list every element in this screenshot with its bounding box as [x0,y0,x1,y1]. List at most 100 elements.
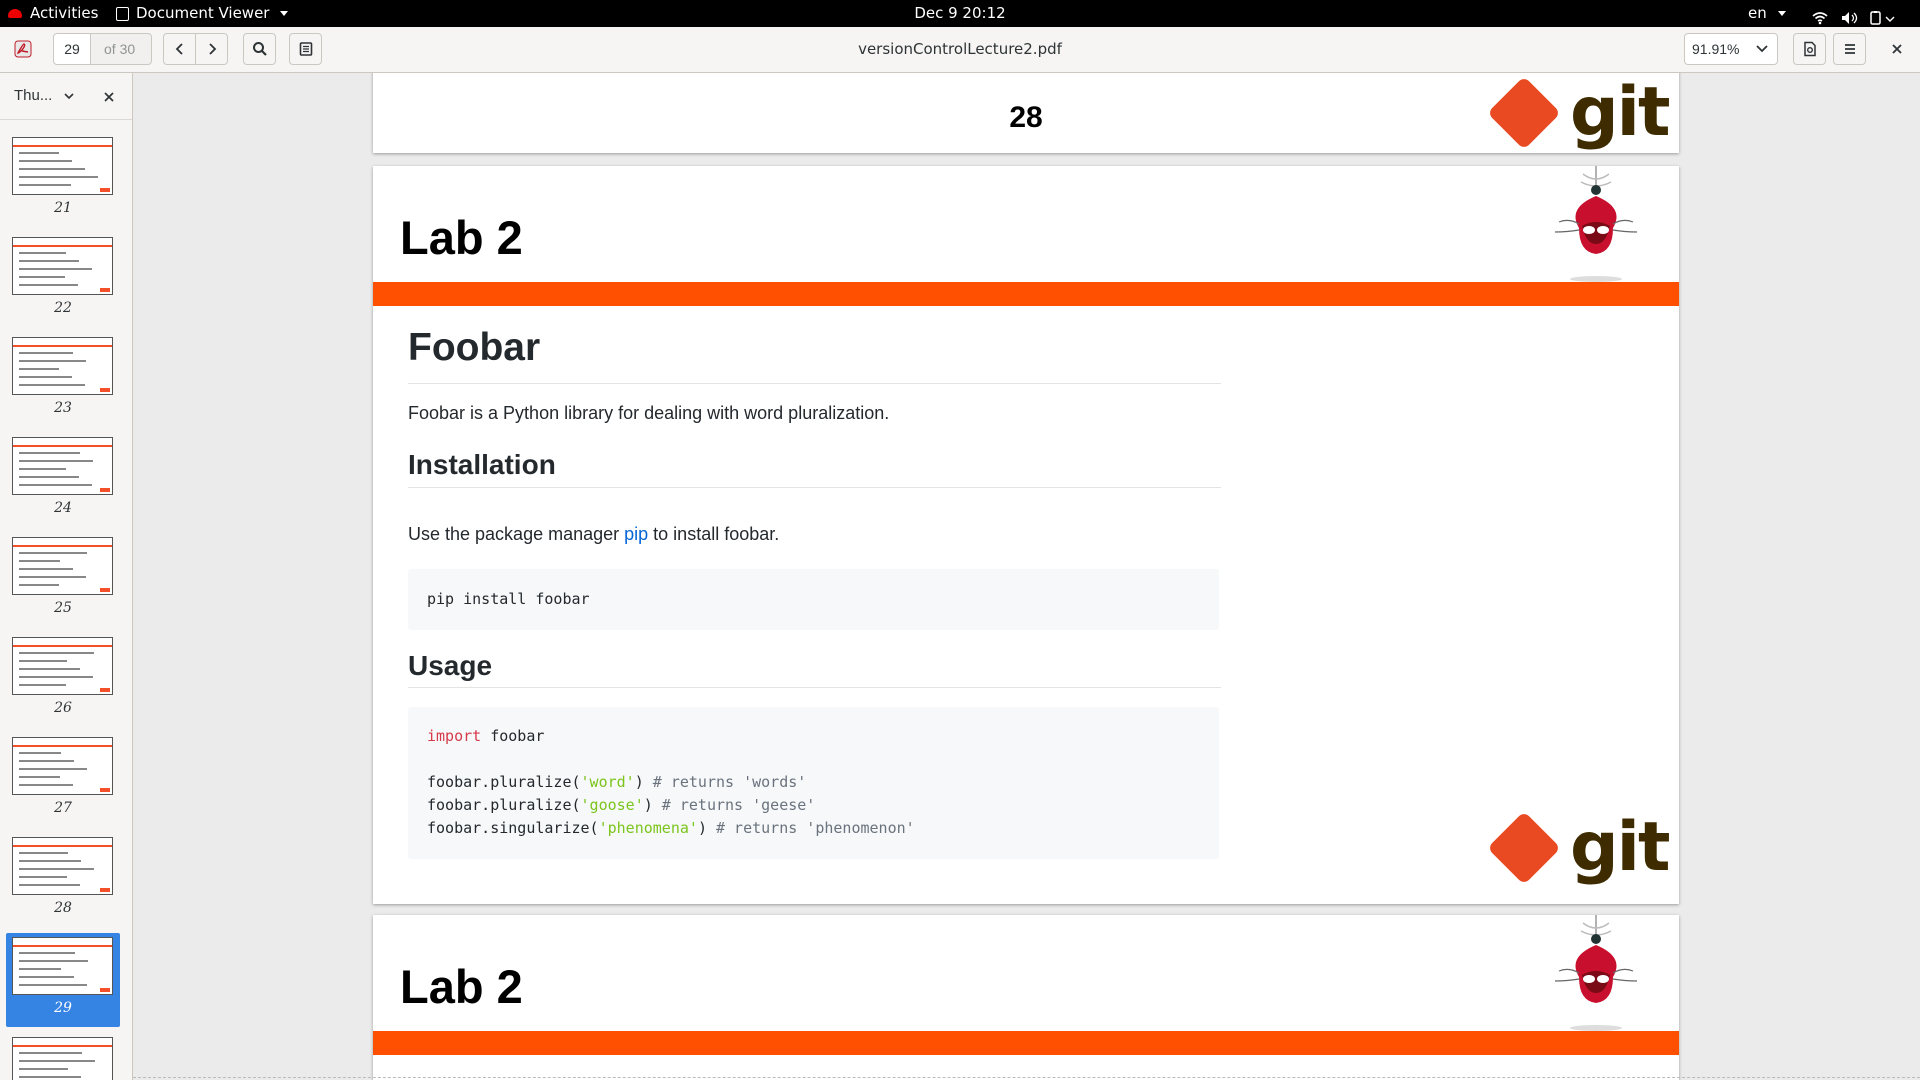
main-menu-button[interactable] [1833,33,1866,65]
system-status-icons [1812,11,1895,25]
thumbnail-text-line [19,684,66,686]
page-total-label: of 30 [90,33,152,65]
page-view-icon [1803,41,1816,57]
code-line-singularize: foobar.singularize('phenomena') # return… [427,819,915,837]
annotations-button[interactable] [289,33,322,65]
document-title: versionControlLecture2.pdf [0,27,1920,72]
usage-divider [408,687,1221,688]
install-text-end: to install foobar. [648,524,780,544]
thumbnail-item[interactable]: 27 [0,733,126,827]
thumbnail-page-number: 25 [54,600,72,616]
sidebar-header: Thu... [0,73,132,120]
installation-heading: Installation [408,449,556,481]
page-number-input[interactable]: 29 [53,33,91,65]
thumbnail-title-bar [13,445,112,447]
heading-divider [408,383,1221,384]
thumbnail-page-number: 21 [54,200,72,216]
install-text: Use the package manager [408,524,625,544]
thumbnail-item[interactable]: 24 [0,433,126,527]
thumbnail-text-line [19,460,93,462]
page-number-label: 28 [373,101,1679,135]
page-view-button[interactable] [1793,33,1826,65]
close-sidebar-icon[interactable] [103,91,115,103]
thumbnail-title-bar [13,145,112,147]
thumbnail-item[interactable]: 22 [0,233,126,327]
title-underline-bar [373,282,1679,306]
thumbnail-page-preview [12,637,113,695]
install-instructions: Use the package manager pip to install f… [408,524,779,545]
thumbnail-item[interactable]: 28 [0,833,126,927]
thumbnail-text-line [19,968,61,970]
thumbnail-title-bar [13,1045,112,1047]
octocat-mascot-icon [1554,166,1638,282]
slide-title-text: Lab 2 [400,211,523,264]
code-string: 'phenomena' [598,819,698,837]
code-paren: ) [697,819,707,837]
hamburger-menu-icon [1844,44,1855,54]
thumbnail-item[interactable]: 23 [0,333,126,427]
pip-link[interactable]: pip [624,524,648,544]
sidebar-mode-selector[interactable]: Thu... [14,87,52,104]
git-logo: git [1487,76,1670,150]
clock-label[interactable]: Dec 9 20:12 [914,4,1005,22]
header-bar: 29 of 30 versionControlLecture2.pdf 91.9… [0,27,1920,73]
thumbnail-text-line [19,860,81,862]
previous-page-button[interactable] [163,33,196,65]
language-label: en [1748,4,1767,22]
next-page-button[interactable] [195,33,228,65]
page-number-value: 29 [64,41,80,57]
usage-code-block: import foobar foobar.pluralize('word') #… [408,707,1219,859]
thumbnail-item[interactable]: 21 [0,133,126,227]
thumbnail-text-line [19,1060,95,1062]
code-call: foobar.pluralize( [427,796,581,814]
search-button[interactable] [243,33,276,65]
thumbnail-item[interactable]: 29 [0,933,126,1027]
system-menu[interactable] [1812,7,1912,25]
thumbnail-text-line [19,560,60,562]
thumbnail-text-line [19,268,92,270]
install-command: pip install foobar [427,590,590,608]
thumbnail-text-line [19,784,73,786]
document-viewer-icon [116,6,129,21]
thumbnail-text-line [19,568,73,570]
code-paren: ) [643,796,653,814]
thumbnail-title-bar [13,945,112,947]
code-comment: # returns 'geese' [652,796,816,814]
thumbnail-text-line [19,776,60,778]
code-line-pluralize-goose: foobar.pluralize('goose') # returns 'gee… [427,796,815,814]
chevron-left-icon [175,43,183,55]
thumbnail-text-line [19,852,68,854]
thumbnail-git-logo [100,988,110,992]
zoom-value: 91.91% [1692,41,1740,57]
thumbnail-text-line [19,768,87,770]
close-window-button[interactable] [1880,33,1913,65]
thumbnail-text-line [19,160,72,162]
thumbnail-title-bar [13,245,112,247]
language-indicator[interactable]: en [1748,0,1786,27]
app-menu-button[interactable]: Document Viewer [116,0,289,27]
chevron-down-icon[interactable] [63,92,75,102]
zoom-selector[interactable]: 91.91% [1684,33,1778,65]
git-diamond-icon [1487,76,1561,150]
thumbnail-git-logo [100,788,110,792]
code-string: 'word' [580,773,635,791]
page-total-text: of 30 [104,41,136,57]
thumbnail-page-preview [12,237,113,295]
activities-button[interactable]: Activities [8,0,98,27]
thumbnail-item[interactable]: 26 [0,633,126,727]
thumbnail-title-bar [13,545,112,547]
thumbnail-text-line [19,884,80,886]
thumbnail-title-bar [13,645,112,647]
installation-divider [408,487,1221,488]
thumbnail-item[interactable] [0,1033,126,1080]
document-title-text: versionControlLecture2.pdf [858,40,1062,58]
code-keyword: import [427,727,482,745]
thumbnail-text-line [19,452,80,454]
readme-description: Foobar is a Python library for dealing w… [408,403,889,424]
thumbnail-item[interactable]: 25 [0,533,126,627]
code-string: 'goose' [580,796,644,814]
thumbnail-text-line [19,868,94,870]
code-call: foobar.pluralize( [427,773,581,791]
search-icon [252,42,267,56]
document-view[interactable]: 28 git Lab 2 Foobar Foobar is a Python l… [133,73,1920,1080]
